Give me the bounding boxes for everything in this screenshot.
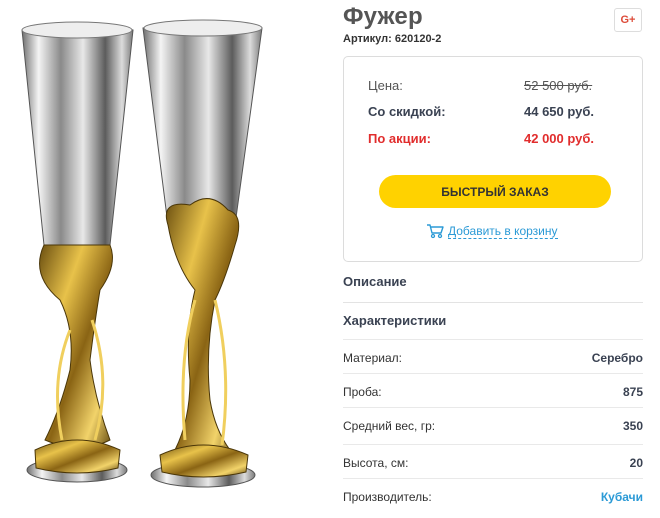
description-section-header[interactable]: Описание	[343, 274, 643, 303]
manufacturer-link[interactable]: Кубачи	[601, 490, 643, 504]
left-glass	[21, 21, 134, 483]
spec-value: 350	[622, 419, 643, 433]
promo-price-value: 42 000 руб.	[524, 131, 595, 146]
spec-label: Производитель:	[343, 490, 432, 504]
spec-value: 20	[629, 456, 643, 470]
add-to-cart-link[interactable]: Добавить в корзину	[426, 223, 558, 239]
spec-label: Проба:	[343, 385, 382, 399]
add-to-cart-label: Добавить в корзину	[448, 223, 558, 239]
regular-price-label: Цена:	[368, 78, 403, 93]
spec-value: Серебро	[591, 351, 643, 365]
discount-price-label: Со скидкой:	[368, 104, 446, 119]
discount-price-value: 44 650 руб.	[524, 104, 595, 119]
quick-order-button[interactable]: БЫСТРЫЙ ЗАКАЗ	[379, 175, 611, 208]
product-article: Артикул: 620120-2	[343, 33, 442, 45]
right-glass	[142, 19, 263, 488]
product-image[interactable]	[0, 0, 330, 513]
spec-row-material: Материал: Серебро	[343, 339, 643, 373]
regular-price-value: 52 500 руб.	[524, 78, 593, 93]
cart-icon	[427, 224, 444, 239]
spec-row-manufacturer: Производитель: Кубачи	[343, 478, 643, 512]
spec-row-weight: Средний вес, гр: 350	[343, 407, 643, 441]
spec-value: 875	[622, 385, 643, 399]
spec-label: Материал:	[343, 351, 402, 365]
price-box: Цена: 52 500 руб. Со скидкой: 44 650 руб…	[343, 56, 643, 262]
product-title: Фужер	[343, 3, 423, 30]
characteristics-section-header[interactable]: Характеристики	[343, 313, 643, 328]
spec-row-hallmark: Проба: 875	[343, 373, 643, 407]
spec-row-height: Высота, см: 20	[343, 444, 643, 478]
spec-label: Высота, см:	[343, 456, 409, 470]
spec-label: Средний вес, гр:	[343, 419, 436, 433]
promo-price-label: По акции:	[368, 131, 431, 146]
google-plus-share-button[interactable]: G+	[614, 8, 642, 32]
